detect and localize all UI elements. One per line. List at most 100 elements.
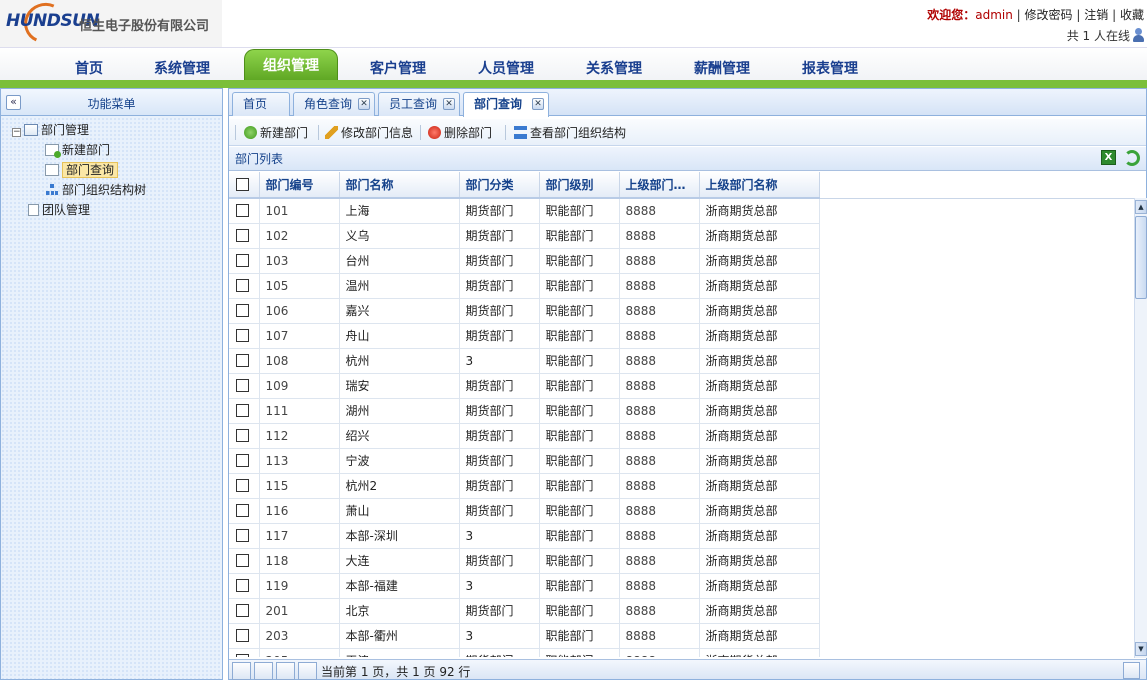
nav-item-salary[interactable]: 薪酬管理 xyxy=(676,58,768,78)
first-page-button[interactable] xyxy=(232,662,251,680)
table-row[interactable]: 113 宁波 期货部门 职能部门 8888 浙商期货总部 xyxy=(229,448,1134,474)
table-row[interactable]: 102 义乌 期货部门 职能部门 8888 浙商期货总部 xyxy=(229,223,1134,249)
collapse-toggle-icon[interactable]: − xyxy=(12,128,21,137)
table-row[interactable]: 109 瑞安 期货部门 职能部门 8888 浙商期货总部 xyxy=(229,373,1134,399)
row-checkbox[interactable] xyxy=(236,303,249,317)
tree-node-dept-query[interactable]: 部门查询 xyxy=(45,161,119,179)
close-tab-icon[interactable]: ✕ xyxy=(532,98,544,110)
row-checkbox[interactable] xyxy=(236,453,249,467)
nav-item-home[interactable]: 首页 xyxy=(43,58,135,78)
nav-item-reports[interactable]: 报表管理 xyxy=(784,58,876,78)
cell-dept-id: 119 xyxy=(259,573,340,599)
tab-dept-query[interactable]: 部门查询 ✕ xyxy=(463,92,549,117)
table-row[interactable]: 203 本部-衢州 3 职能部门 8888 浙商期货总部 xyxy=(229,623,1134,649)
nav-item-relationship[interactable]: 关系管理 xyxy=(568,58,660,78)
prev-page-button[interactable] xyxy=(254,662,273,680)
cell-parent-name: 浙商期货总部 xyxy=(699,573,820,599)
column-header-dept-id[interactable]: 部门编号 xyxy=(259,172,340,199)
favorite-link[interactable]: 收藏 xyxy=(1120,8,1144,22)
cell-dept-level: 职能部门 xyxy=(539,423,620,449)
row-filler xyxy=(819,198,1134,223)
table-row[interactable]: 107 舟山 期货部门 职能部门 8888 浙商期货总部 xyxy=(229,323,1134,349)
row-checkbox[interactable] xyxy=(236,503,249,517)
cell-parent-name: 浙商期货总部 xyxy=(699,423,820,449)
close-tab-icon[interactable]: ✕ xyxy=(358,98,370,110)
tree-node-label: 部门组织结构树 xyxy=(62,183,147,197)
next-page-button[interactable] xyxy=(276,662,295,680)
edit-dept-button[interactable]: 修改部门信息 xyxy=(325,124,413,141)
row-checkbox[interactable] xyxy=(236,378,249,392)
pager-refresh-button[interactable] xyxy=(1123,662,1140,679)
tab-role-query[interactable]: 角色查询 ✕ xyxy=(293,92,375,116)
row-checkbox[interactable] xyxy=(236,203,249,217)
column-header-dept-name[interactable]: 部门名称 xyxy=(339,172,460,199)
table-row[interactable]: 115 杭州2 期货部门 职能部门 8888 浙商期货总部 xyxy=(229,473,1134,499)
row-select-cell xyxy=(229,473,260,499)
table-row[interactable]: 105 温州 期货部门 职能部门 8888 浙商期货总部 xyxy=(229,273,1134,299)
logout-link[interactable]: 注销 xyxy=(1084,8,1108,22)
table-row[interactable]: 205天津期货部门职能部门8888浙商期货总部 xyxy=(229,648,1134,657)
table-row[interactable]: 101 上海 期货部门 职能部门 8888 浙商期货总部 xyxy=(229,198,1134,224)
refresh-icon[interactable] xyxy=(1124,150,1140,166)
row-checkbox[interactable] xyxy=(236,603,249,617)
tab-employee-query[interactable]: 员工查询 ✕ xyxy=(378,92,460,116)
table-row[interactable]: 201 北京 期货部门 职能部门 8888 浙商期货总部 xyxy=(229,598,1134,624)
table-row[interactable]: 112 绍兴 期货部门 职能部门 8888 浙商期货总部 xyxy=(229,423,1134,449)
nav-item-personnel[interactable]: 人员管理 xyxy=(460,58,552,78)
row-checkbox[interactable] xyxy=(236,278,249,292)
cell-dept-category: 期货部门 xyxy=(459,198,540,224)
row-checkbox[interactable] xyxy=(236,478,249,492)
row-checkbox[interactable] xyxy=(236,353,249,367)
table-row[interactable]: 119 本部-福建 3 职能部门 8888 浙商期货总部 xyxy=(229,573,1134,599)
column-header-parent-name[interactable]: 上级部门名称 xyxy=(699,172,820,199)
nav-item-organization[interactable]: 组织管理 xyxy=(244,49,338,81)
scroll-down-icon[interactable]: ▼ xyxy=(1135,642,1147,656)
row-filler xyxy=(819,448,1134,473)
table-row[interactable]: 118 大连 期货部门 职能部门 8888 浙商期货总部 xyxy=(229,548,1134,574)
tree-node-new-dept[interactable]: 新建部门 xyxy=(45,141,110,159)
cell-dept-name: 舟山 xyxy=(339,323,460,349)
nav-item-system[interactable]: 系统管理 xyxy=(136,58,228,78)
row-checkbox[interactable] xyxy=(236,653,249,657)
toolbar-separator xyxy=(235,125,236,140)
delete-dept-button[interactable]: 删除部门 xyxy=(428,124,492,141)
tree-node-dept-management[interactable]: − 部门管理 xyxy=(12,121,89,139)
change-password-link[interactable]: 修改密码 xyxy=(1025,8,1073,22)
scroll-thumb[interactable] xyxy=(1135,216,1147,299)
excel-export-icon[interactable]: X xyxy=(1101,150,1116,165)
column-header-parent-id[interactable]: 上级部门… xyxy=(619,172,700,199)
table-row[interactable]: 111 湖州 期货部门 职能部门 8888 浙商期货总部 xyxy=(229,398,1134,424)
row-checkbox[interactable] xyxy=(236,553,249,567)
table-row[interactable]: 103 台州 期货部门 职能部门 8888 浙商期货总部 xyxy=(229,248,1134,274)
tab-home[interactable]: 首页 xyxy=(232,92,290,116)
table-row[interactable]: 116 萧山 期货部门 职能部门 8888 浙商期货总部 xyxy=(229,498,1134,524)
column-header-dept-category[interactable]: 部门分类 xyxy=(459,172,540,199)
last-page-button[interactable] xyxy=(298,662,317,680)
row-checkbox[interactable] xyxy=(236,253,249,267)
view-org-structure-button[interactable]: 查看部门组织结构 xyxy=(514,124,626,141)
table-row[interactable]: 108 杭州 3 职能部门 8888 浙商期货总部 xyxy=(229,348,1134,374)
tree-node-org-tree[interactable]: 部门组织结构树 xyxy=(45,181,146,199)
row-checkbox[interactable] xyxy=(236,328,249,342)
scroll-up-icon[interactable]: ▲ xyxy=(1135,200,1147,214)
row-filler xyxy=(819,398,1134,423)
nav-item-customer[interactable]: 客户管理 xyxy=(352,58,444,78)
tree-node-team-management[interactable]: 团队管理 xyxy=(28,201,90,219)
row-checkbox[interactable] xyxy=(236,628,249,642)
new-dept-button[interactable]: 新建部门 xyxy=(244,124,308,141)
table-row[interactable]: 117 本部-深圳 3 职能部门 8888 浙商期货总部 xyxy=(229,523,1134,549)
nav-bar-divider xyxy=(0,80,1147,88)
vertical-scrollbar[interactable]: ▲ ▼ xyxy=(1134,198,1147,658)
row-checkbox[interactable] xyxy=(236,528,249,542)
table-row[interactable]: 106 嘉兴 期货部门 职能部门 8888 浙商期货总部 xyxy=(229,298,1134,324)
column-header-dept-level[interactable]: 部门级别 xyxy=(539,172,620,199)
close-tab-icon[interactable]: ✕ xyxy=(443,98,455,110)
select-all-checkbox[interactable] xyxy=(236,177,249,191)
row-checkbox[interactable] xyxy=(236,403,249,417)
cell-dept-level: 职能部门 xyxy=(539,573,620,599)
cell-dept-id: 101 xyxy=(259,198,340,224)
cell-dept-id: 116 xyxy=(259,498,340,524)
row-checkbox[interactable] xyxy=(236,578,249,592)
row-checkbox[interactable] xyxy=(236,228,249,242)
row-checkbox[interactable] xyxy=(236,428,249,442)
